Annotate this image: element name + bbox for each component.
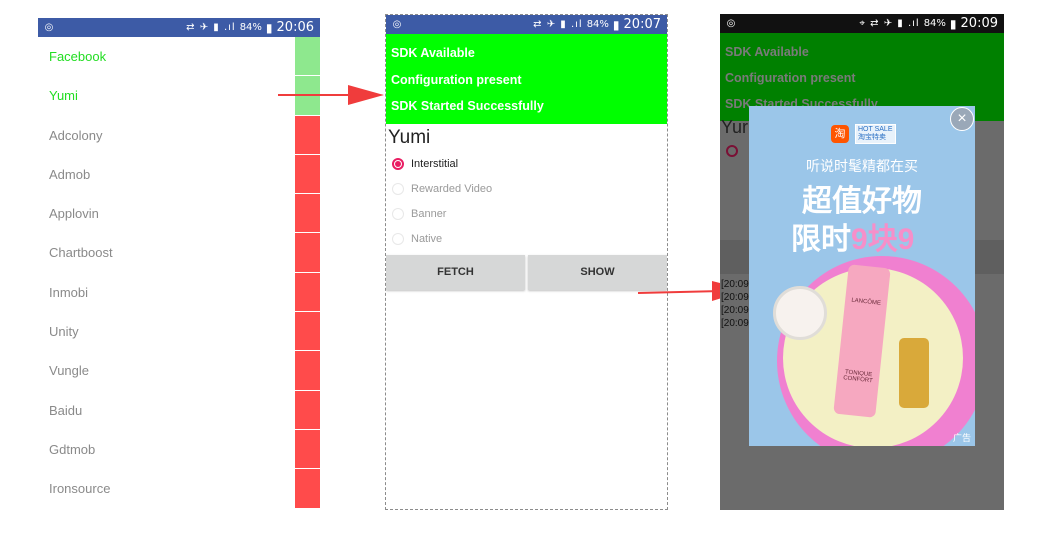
sdk-name: Facebook [49, 49, 107, 64]
radio-label: Native [411, 233, 443, 245]
app-notification-icon: ◎ [44, 22, 54, 33]
sdk-name: Baidu [49, 402, 83, 418]
network-title: Yur [721, 117, 749, 137]
banner-sdk-available: SDK Available [391, 46, 475, 60]
ad-label: 广告 [952, 433, 971, 443]
battery-icon: ▮ [612, 17, 620, 32]
status-bar: ◎ ⌖ ⇄ ✈ ▮ .ıl 84% ▮ 20:09 [720, 14, 1004, 33]
log-line: [20:09 [721, 305, 749, 316]
battery-icon: ▮ [265, 20, 273, 35]
sdk-row-ironsource[interactable]: Ironsource [38, 469, 320, 509]
ad-format-radio-group: Interstitial Rewarded Video Banner Nativ… [386, 152, 667, 252]
app-notification-icon: ◎ [392, 19, 402, 30]
app-notification-icon: ◎ [726, 18, 736, 29]
arrow-right-icon [278, 85, 384, 105]
sdk-name: Gdtmob [49, 441, 96, 457]
radio-interstitial[interactable]: Interstitial [386, 152, 667, 177]
status-bar: ◎ ⇄ ✈ ▮ .ıl 84% ▮ 20:07 [386, 15, 667, 34]
banner-config-present: Configuration present [725, 71, 856, 85]
battery-percent: 84% [923, 18, 946, 29]
product-name: TONIQUE CONFORT [842, 369, 873, 385]
product-brand: LANCÔME [851, 297, 882, 307]
sdk-name: Inmobi [49, 284, 89, 300]
sdk-status-bar [295, 37, 320, 77]
sdk-name: Applovin [49, 206, 99, 222]
sdk-status-bar [295, 194, 320, 234]
badge-top: HOT SALE [858, 126, 893, 133]
sdk-status-bar [295, 272, 320, 313]
signal-icons: ⌖ ⇄ ✈ ▮ .ıl [859, 18, 920, 29]
status-banner: SDK Available Configuration present SDK … [386, 34, 667, 124]
log-line: [20:09 [721, 318, 749, 329]
clock: 20:06 [276, 20, 314, 35]
close-icon: × [957, 110, 967, 127]
sdk-list: Facebook Yumi Adcolony Admob Applovin Chartbo… [38, 37, 320, 509]
signal-icons: ⇄ ✈ ▮ .ıl [533, 19, 583, 30]
sdk-name: Chartboost [49, 245, 113, 261]
interstitial-ad-screen: ◎ ⌖ ⇄ ✈ ▮ .ıl 84% ▮ 20:09 SDK Available … [720, 14, 1004, 510]
radio-label: Rewarded Video [411, 183, 493, 195]
ad-headline-prefix: 限时 [791, 223, 851, 256]
sdk-name: Ironsource [49, 481, 111, 497]
taobao-logo: 淘 HOT SALE 淘宝特卖 [831, 124, 896, 144]
sdk-row-adcolony[interactable]: Adcolony [38, 115, 320, 155]
hot-sale-badge: HOT SALE 淘宝特卖 [855, 124, 896, 144]
sdk-row-chartboost[interactable]: Chartboost [38, 233, 320, 273]
log-line: [20:09 [721, 292, 749, 303]
radio-rewarded-video[interactable]: Rewarded Video [386, 177, 667, 202]
sdk-status-bar [295, 351, 320, 391]
sdk-row-facebook[interactable]: Facebook [38, 37, 320, 77]
sdk-name: Unity [49, 324, 79, 340]
clock: 20:09 [960, 16, 998, 31]
sdk-status-bar [295, 469, 320, 509]
sdk-row-baidu[interactable]: Baidu [38, 390, 320, 430]
sunscreen-bottle-image [899, 338, 929, 408]
sdk-row-unity[interactable]: Unity [38, 312, 320, 352]
radio-interstitial[interactable] [726, 145, 738, 157]
radio-label: Banner [411, 208, 447, 220]
log-line: [20:09 [721, 279, 749, 290]
ad-close-button[interactable]: × [950, 107, 974, 131]
sdk-row-gdtmob[interactable]: Gdtmob [38, 429, 320, 470]
cushion-compact-image [773, 286, 827, 340]
ad-headline-1: 听说时髦精都在买 [806, 158, 918, 174]
banner-config-present: Configuration present [391, 72, 522, 87]
sdk-row-vungle[interactable]: Vungle [38, 351, 320, 391]
signal-icons: ⇄ ✈ ▮ .ıl [186, 22, 236, 33]
yumi-test-screen: ◎ ⇄ ✈ ▮ .ıl 84% ▮ 20:07 SDK Available Co… [385, 14, 668, 510]
sdk-status-bar [295, 390, 320, 430]
sdk-name: Vungle [49, 363, 89, 379]
sdk-status-bar [295, 233, 320, 273]
ad-headline-price: 9块9 [851, 223, 915, 256]
banner-sdk-started: SDK Started Successfully [391, 99, 544, 113]
clock: 20:07 [623, 17, 661, 32]
sdk-row-admob[interactable]: Admob [38, 154, 320, 195]
fetch-button[interactable]: FETCH [386, 254, 525, 290]
badge-bottom: 淘宝特卖 [858, 134, 886, 141]
interstitial-ad[interactable]: 淘 HOT SALE 淘宝特卖 听说时髦精都在买 超值好物 限时9块9 LANC… [749, 106, 975, 446]
sdk-status-bar [295, 154, 320, 195]
radio-banner[interactable]: Banner [386, 202, 667, 227]
battery-percent: 84% [239, 22, 262, 33]
banner-sdk-available: SDK Available [725, 45, 809, 59]
log-list: [20:09 [20:09 [20:09 [20:09 [721, 278, 749, 330]
sdk-name: Admob [49, 166, 91, 182]
battery-icon: ▮ [949, 16, 957, 31]
status-bar: ◎ ⇄ ✈ ▮ .ıl 84% ▮ 20:06 [38, 18, 320, 37]
radio-native[interactable]: Native [386, 227, 667, 252]
sdk-status-bar [295, 312, 320, 352]
radio-label: Interstitial [411, 158, 459, 170]
ad-headline-3: 限时9块9 [791, 214, 914, 258]
taobao-icon: 淘 [831, 125, 849, 143]
sdk-row-inmobi[interactable]: Inmobi [38, 272, 320, 313]
battery-percent: 84% [586, 19, 609, 30]
sdk-status-bar [295, 429, 320, 470]
network-title: Yumi [388, 126, 431, 148]
sdk-status-bar [295, 115, 320, 155]
sdk-name: Adcolony [49, 127, 103, 143]
sdk-row-applovin[interactable]: Applovin [38, 194, 320, 234]
sdk-name: Yumi [49, 88, 78, 104]
